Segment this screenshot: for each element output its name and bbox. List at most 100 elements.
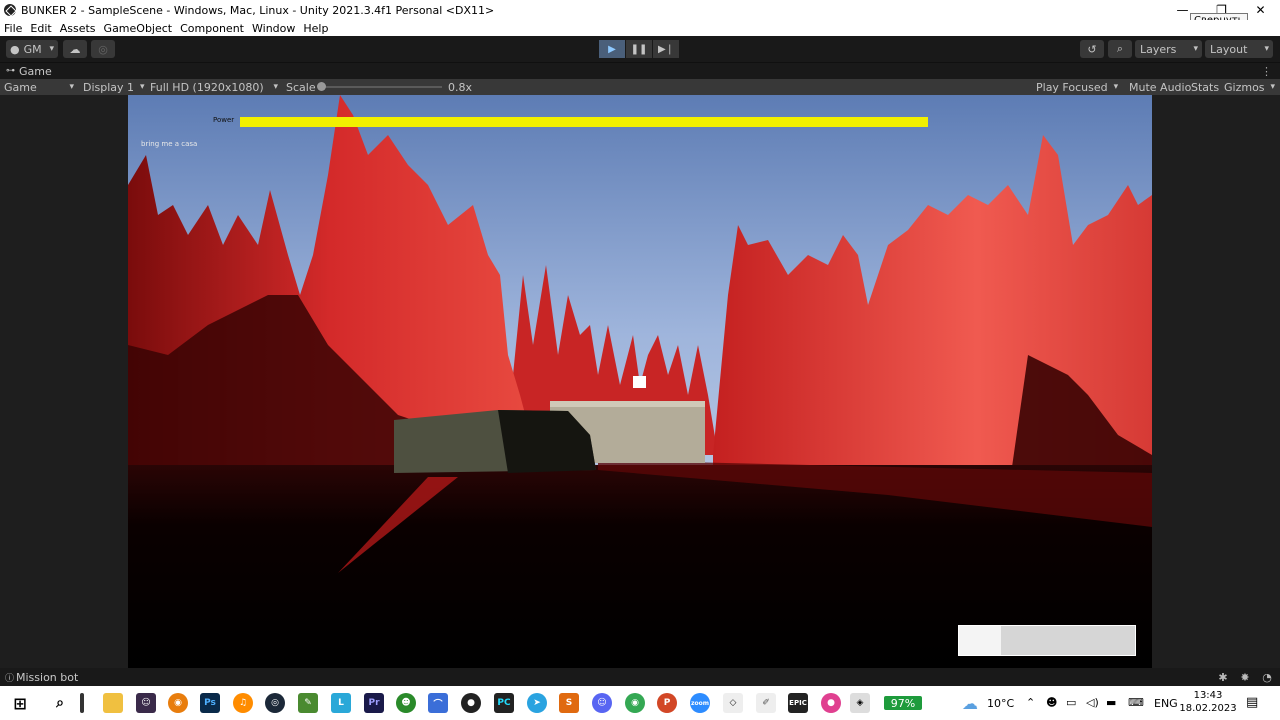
tab-menu-icon[interactable]: ⋮ <box>1261 65 1272 78</box>
mission-text: bring me a casa <box>141 140 198 148</box>
tab-game-label: Game <box>19 64 52 78</box>
console-message[interactable]: Mission bot <box>16 671 78 684</box>
notifications-icon[interactable]: ▤ <box>1246 695 1258 710</box>
layout-dropdown[interactable]: Layout <box>1205 40 1273 58</box>
display-dropdown[interactable]: Display 1 <box>83 79 145 95</box>
cloud-button[interactable]: ☁ <box>63 40 87 58</box>
headphones-icon[interactable]: ♫ <box>233 693 253 713</box>
powerpoint-icon[interactable]: P <box>657 693 677 713</box>
menu-component[interactable]: Component <box>176 22 248 35</box>
zoom-icon[interactable]: zoom <box>690 693 710 713</box>
lighting-icon[interactable]: ✸ <box>1238 670 1252 684</box>
account-dropdown[interactable]: ● GM <box>6 40 58 58</box>
unity-hub-icon[interactable]: ◇ <box>723 693 743 713</box>
step-button[interactable]: ▶❘ <box>653 40 679 58</box>
weather-icon[interactable]: ☁ <box>960 693 980 713</box>
search-icon: ⌕ <box>1116 42 1124 55</box>
stats-toggle[interactable]: Stats <box>1191 79 1219 95</box>
weather-temp[interactable]: 10°C <box>987 697 1014 710</box>
telegram-icon[interactable]: ➤ <box>527 693 547 713</box>
layout-label: Layout <box>1210 42 1248 56</box>
menu-gameobject[interactable]: GameObject <box>100 22 177 35</box>
scale-value: 0.8x <box>448 80 473 94</box>
file-explorer-icon[interactable] <box>103 693 123 713</box>
layers-label: Layers <box>1140 42 1177 56</box>
clock[interactable]: 13:43 18.02.2023 <box>1178 689 1238 715</box>
play-icon: ▶ <box>608 43 616 55</box>
resolution-label: Full HD (1920x1080) <box>150 80 264 94</box>
layers-dropdown[interactable]: Layers <box>1135 40 1202 58</box>
play-focused-label: Play Focused <box>1036 80 1108 94</box>
menu-edit[interactable]: Edit <box>26 22 55 35</box>
sublime-icon[interactable]: S <box>559 693 579 713</box>
notepad-icon[interactable]: ✎ <box>298 693 318 713</box>
view-mode-label: Game <box>4 80 37 94</box>
pause-icon: ❚❚ <box>630 43 648 55</box>
mute-audio-toggle[interactable]: Mute Audio <box>1129 79 1191 95</box>
pycharm-icon[interactable]: PC <box>494 693 514 713</box>
bug-icon[interactable]: ✱ <box>1216 670 1230 684</box>
language-indicator[interactable]: ENG <box>1154 697 1178 710</box>
network-icon[interactable]: ▭ <box>1066 696 1076 709</box>
l-app-icon[interactable]: L <box>331 693 351 713</box>
window-title: BUNKER 2 - SampleScene - Windows, Mac, L… <box>21 3 495 17</box>
status-icons: ✱ ✸ ◔ <box>1216 670 1274 684</box>
pause-button[interactable]: ❚❚ <box>626 40 652 58</box>
info-icon: ⓘ <box>5 673 15 684</box>
tab-game[interactable]: ⊶ Game <box>0 65 58 78</box>
game-tab-strip: ⊶ Game ⋮ <box>0 62 1280 79</box>
menu-help[interactable]: Help <box>299 22 332 35</box>
battery-indicator[interactable]: 97% <box>884 696 922 710</box>
chrome-icon[interactable]: ◉ <box>625 693 645 713</box>
cat-app-icon[interactable]: ☺ <box>136 693 156 713</box>
device-icon[interactable]: ▬ <box>1106 696 1116 709</box>
tray-expand-icon[interactable]: ⌃ <box>1026 696 1035 709</box>
resolution-dropdown[interactable]: Full HD (1920x1080) <box>150 79 278 95</box>
scale-slider-track[interactable] <box>322 86 442 88</box>
search-taskbar-icon[interactable]: ⌕ <box>50 693 70 713</box>
clock-time: 13:43 <box>1193 690 1223 701</box>
account-label: GM <box>23 42 42 56</box>
scale-label: Scale <box>286 80 316 94</box>
hud-panel[interactable] <box>958 625 1136 656</box>
play-focused-dropdown[interactable]: Play Focused <box>1036 79 1118 95</box>
discord-icon[interactable]: ☺ <box>592 693 612 713</box>
clock-date: 18.02.2023 <box>1179 703 1237 714</box>
gizmos-dropdown[interactable]: Gizmos <box>1224 79 1275 95</box>
undo-history-button[interactable]: ↺ <box>1080 40 1104 58</box>
step-icon: ▶❘ <box>657 43 675 55</box>
power-bar <box>240 117 928 127</box>
play-button[interactable]: ▶ <box>599 40 625 58</box>
scale-slider-handle[interactable] <box>317 82 326 91</box>
bunker-wall-shade <box>550 401 705 407</box>
tray-app-icon[interactable]: ☻ <box>1046 696 1057 709</box>
menu-window[interactable]: Window <box>248 22 299 35</box>
display-label: Display 1 <box>83 80 135 94</box>
volume-icon[interactable]: ◁) <box>1086 696 1099 709</box>
brush-app-icon[interactable]: ✐ <box>756 693 776 713</box>
epic-games-icon[interactable]: EPIC <box>788 693 808 713</box>
game-render[interactable]: Power bring me a casa <box>128 95 1152 668</box>
menu-file[interactable]: File <box>0 22 26 35</box>
game-view-toolbar: Game Display 1 Full HD (1920x1080) Scale… <box>0 79 1280 95</box>
editor-statusbar: ⓘ Mission bot ✱ ✸ ◔ <box>0 668 1280 686</box>
photoshop-icon[interactable]: Ps <box>200 693 220 713</box>
view-mode-dropdown[interactable]: Game <box>4 79 74 95</box>
windows-start-icon[interactable]: ⊞ <box>10 693 30 713</box>
obs-icon[interactable]: ● <box>461 693 481 713</box>
premiere-icon[interactable]: Pr <box>364 693 384 713</box>
progress-icon[interactable]: ◔ <box>1260 670 1274 684</box>
blender-icon[interactable]: ◉ <box>168 693 188 713</box>
gizmos-label: Gizmos <box>1224 80 1265 94</box>
drop-app-icon[interactable]: ● <box>821 693 841 713</box>
menu-assets[interactable]: Assets <box>56 22 100 35</box>
search-button[interactable]: ⌕ <box>1108 40 1132 58</box>
collab-button[interactable]: ◎ <box>91 40 115 58</box>
main-toolbar: ● GM ☁ ◎ ▶ ❚❚ ▶❘ ↺ ⌕ Layers Layout <box>0 36 1280 62</box>
cloud-icon: ☁ <box>69 42 81 56</box>
unity-editor-icon[interactable]: ◈ <box>850 693 870 713</box>
steam-icon[interactable]: ◎ <box>265 693 285 713</box>
keyboard-icon[interactable]: ⌨ <box>1128 696 1144 709</box>
frog-icon[interactable]: ☻ <box>396 693 416 713</box>
blue-app-icon[interactable]: ⌒ <box>428 693 448 713</box>
